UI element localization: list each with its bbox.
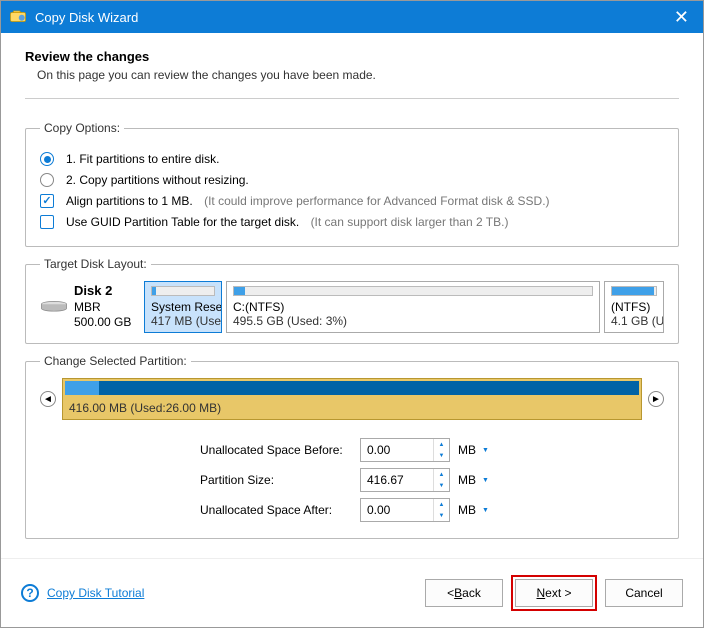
spinner[interactable]: ▲▼ bbox=[433, 499, 449, 521]
unit-dropdown-icon[interactable]: ▼ bbox=[482, 447, 489, 454]
partition-sub: 417 MB (Used: 6%) bbox=[151, 314, 222, 328]
help-icon[interactable]: ? bbox=[21, 584, 39, 602]
titlebar: Copy Disk Wizard ✕ bbox=[1, 1, 703, 33]
app-icon bbox=[9, 8, 27, 26]
partition-sub: 4.1 GB (Used: 95%) bbox=[611, 314, 664, 328]
unit-dropdown-icon[interactable]: ▼ bbox=[482, 477, 489, 484]
field-unalloc-before: Unallocated Space Before: 0.00 ▲▼ MB ▼ bbox=[40, 438, 664, 462]
field-label: Unallocated Space Before: bbox=[200, 443, 360, 457]
slider-right-button[interactable]: ► bbox=[648, 391, 664, 407]
option-label: 1. Fit partitions to entire disk. bbox=[66, 152, 219, 166]
field-unalloc-after: Unallocated Space After: 0.00 ▲▼ MB ▼ bbox=[40, 498, 664, 522]
disk-type: MBR bbox=[74, 300, 131, 316]
unit-label: MB bbox=[458, 443, 476, 457]
partition-name: C:(NTFS) bbox=[233, 300, 593, 314]
option-hint: (It could improve performance for Advanc… bbox=[204, 194, 549, 208]
option-label: 2. Copy partitions without resizing. bbox=[66, 173, 249, 187]
partition-ntfs[interactable]: (NTFS) 4.1 GB (Used: 95%) bbox=[604, 281, 664, 333]
field-partition-size: Partition Size: 416.67 ▲▼ MB ▼ bbox=[40, 468, 664, 492]
change-partition-group: Change Selected Partition: ◄ 416.00 MB (… bbox=[25, 354, 679, 539]
page-title: Review the changes bbox=[25, 49, 679, 64]
target-layout-legend: Target Disk Layout: bbox=[40, 257, 151, 271]
partition-name: System Reserved bbox=[151, 300, 215, 314]
partition-c[interactable]: C:(NTFS) 495.5 GB (Used: 3%) bbox=[226, 281, 600, 333]
unit-label: MB bbox=[458, 473, 476, 487]
option-align-partitions[interactable]: Align partitions to 1 MB. (It could impr… bbox=[40, 194, 664, 208]
unalloc-before-input[interactable]: 0.00 ▲▼ bbox=[360, 438, 450, 462]
unit-label: MB bbox=[458, 503, 476, 517]
next-button[interactable]: Next > bbox=[515, 579, 593, 607]
input-value: 0.00 bbox=[367, 503, 390, 517]
change-partition-legend: Change Selected Partition: bbox=[40, 354, 191, 368]
spinner[interactable]: ▲▼ bbox=[433, 439, 449, 461]
input-value: 0.00 bbox=[367, 443, 390, 457]
field-label: Unallocated Space After: bbox=[200, 503, 360, 517]
option-fit-partitions[interactable]: 1. Fit partitions to entire disk. bbox=[40, 152, 664, 166]
tutorial-link[interactable]: Copy Disk Tutorial bbox=[47, 586, 144, 600]
option-use-guid[interactable]: Use GUID Partition Table for the target … bbox=[40, 215, 664, 229]
spinner[interactable]: ▲▼ bbox=[433, 469, 449, 491]
window-title: Copy Disk Wizard bbox=[35, 10, 668, 25]
partition-name: (NTFS) bbox=[611, 300, 657, 314]
target-disk-layout-group: Target Disk Layout: Disk 2 MBR 500.00 GB… bbox=[25, 257, 679, 344]
partition-sub: 495.5 GB (Used: 3%) bbox=[233, 314, 347, 328]
option-hint: (It can support disk larger than 2 TB.) bbox=[311, 215, 509, 229]
input-value: 416.67 bbox=[367, 473, 404, 487]
back-button[interactable]: < Back bbox=[425, 579, 503, 607]
option-label: Align partitions to 1 MB. bbox=[66, 194, 193, 208]
disk-size: 500.00 GB bbox=[74, 315, 131, 331]
partition-system-reserved[interactable]: System Reserved 417 MB (Used: 6%) bbox=[144, 281, 222, 333]
field-label: Partition Size: bbox=[200, 473, 360, 487]
option-label: Use GUID Partition Table for the target … bbox=[66, 215, 299, 229]
page-subtitle: On this page you can review the changes … bbox=[25, 68, 679, 82]
disk-name: Disk 2 bbox=[74, 283, 131, 300]
disk-info: Disk 2 MBR 500.00 GB bbox=[40, 281, 140, 333]
option-copy-without-resize[interactable]: 2. Copy partitions without resizing. bbox=[40, 173, 664, 187]
copy-options-legend: Copy Options: bbox=[40, 121, 124, 135]
wizard-header: Review the changes On this page you can … bbox=[1, 33, 703, 90]
cancel-button[interactable]: Cancel bbox=[605, 579, 683, 607]
partition-size-input[interactable]: 416.67 ▲▼ bbox=[360, 468, 450, 492]
unit-dropdown-icon[interactable]: ▼ bbox=[482, 507, 489, 514]
radio-icon bbox=[40, 173, 54, 187]
slider-label: 416.00 MB (Used:26.00 MB) bbox=[69, 401, 221, 415]
close-icon[interactable]: ✕ bbox=[668, 7, 695, 28]
checkbox-icon bbox=[40, 215, 54, 229]
unalloc-after-input[interactable]: 0.00 ▲▼ bbox=[360, 498, 450, 522]
disk-icon bbox=[40, 300, 68, 314]
radio-icon bbox=[40, 152, 54, 166]
partition-slider[interactable]: 416.00 MB (Used:26.00 MB) bbox=[62, 378, 642, 420]
checkbox-icon bbox=[40, 194, 54, 208]
slider-left-button[interactable]: ◄ bbox=[40, 391, 56, 407]
copy-options-group: Copy Options: 1. Fit partitions to entir… bbox=[25, 121, 679, 247]
divider bbox=[25, 98, 679, 99]
next-button-highlight: Next > bbox=[511, 575, 597, 611]
wizard-footer: ? Copy Disk Tutorial < Back Next > Cance… bbox=[1, 558, 703, 627]
